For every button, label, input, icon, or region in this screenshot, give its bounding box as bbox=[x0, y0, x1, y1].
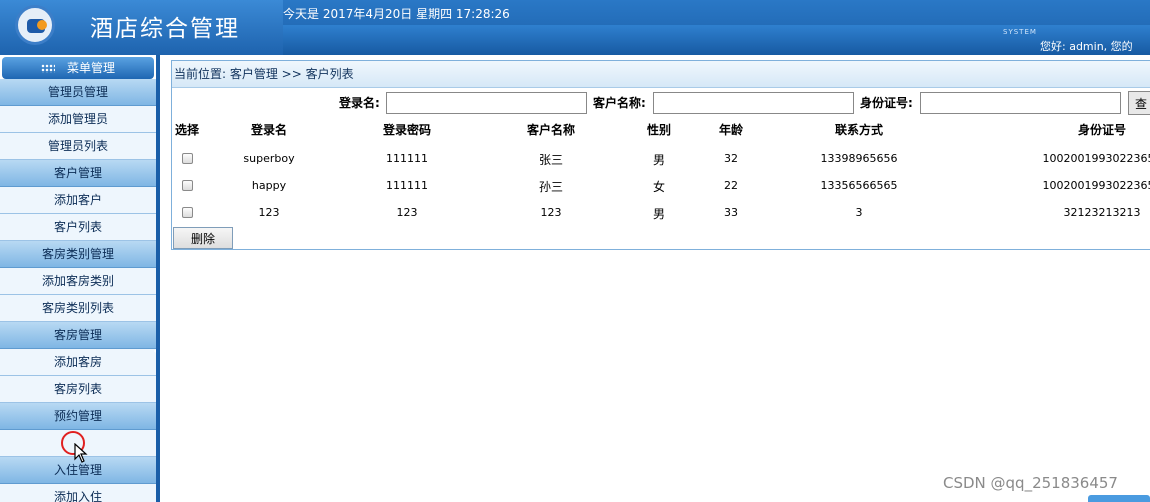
sidebar-item-room-list[interactable]: 客房列表 bbox=[0, 376, 156, 403]
cell-name: 123 bbox=[540, 206, 562, 219]
cell-age: 22 bbox=[724, 179, 738, 192]
mouse-cursor-icon bbox=[74, 443, 88, 463]
cell-login: superboy bbox=[243, 152, 295, 165]
watermark: CSDN @qq_251836457 bbox=[943, 474, 1118, 492]
cell-password: 111111 bbox=[386, 152, 428, 165]
id-card-input[interactable] bbox=[920, 92, 1121, 114]
cell-password: 123 bbox=[396, 206, 418, 219]
app-logo-icon bbox=[15, 5, 55, 45]
login-name-input[interactable] bbox=[386, 92, 587, 114]
cell-name: 张三 bbox=[538, 153, 564, 167]
cell-phone: 13356566565 bbox=[820, 179, 898, 192]
table-header: 选择 登录名 登录密码 客户名称 性别 年龄 联系方式 身份证号 bbox=[172, 121, 1150, 141]
sidebar-item-add-checkin[interactable]: 添加入住 bbox=[0, 484, 156, 502]
sidebar-group-customer[interactable]: 客户管理 bbox=[0, 160, 156, 187]
app-title: 酒店综合管理 bbox=[90, 16, 240, 42]
header-id-card: 身份证号 bbox=[1077, 123, 1127, 137]
sidebar-group-reservation[interactable]: 预约管理 bbox=[0, 403, 156, 430]
header-phone: 联系方式 bbox=[834, 123, 884, 137]
cell-id-card: 10020019930223652 bbox=[1042, 152, 1150, 165]
top-header: 酒店综合管理 今天是 2017年4月20日 星期四 17:28:26 SYSTE… bbox=[0, 0, 1150, 55]
menu-grid-icon bbox=[40, 64, 55, 73]
header-name: 客户名称 bbox=[526, 123, 576, 137]
cell-name: 孙三 bbox=[538, 180, 564, 194]
customer-name-input[interactable] bbox=[653, 92, 854, 114]
sidebar-item-add-room-type[interactable]: 添加客房类别 bbox=[0, 268, 156, 295]
header-login: 登录名 bbox=[250, 123, 288, 137]
logo-area: 酒店综合管理 bbox=[0, 0, 283, 55]
cell-phone: 13398965656 bbox=[820, 152, 898, 165]
cell-age: 33 bbox=[724, 206, 738, 219]
table-row: superboy 111111 张三 男 32 13398965656 1002… bbox=[172, 146, 1150, 173]
row-select-checkbox[interactable] bbox=[182, 180, 193, 191]
cell-gender: 女 bbox=[652, 180, 666, 194]
sidebar-group-room[interactable]: 客房管理 bbox=[0, 322, 156, 349]
login-name-label: 登录名: bbox=[339, 96, 380, 110]
header-age: 年龄 bbox=[718, 123, 744, 137]
header-gender: 性别 bbox=[646, 123, 672, 137]
user-greeting: 您好: admin, 您的 bbox=[1040, 40, 1133, 53]
table-row: happy 111111 孙三 女 22 13356566565 1002001… bbox=[172, 173, 1150, 200]
cell-password: 111111 bbox=[386, 179, 428, 192]
sidebar-item-admin-list[interactable]: 管理员列表 bbox=[0, 133, 156, 160]
sidebar-item-add-customer[interactable]: 添加客户 bbox=[0, 187, 156, 214]
corner-tab bbox=[1088, 495, 1150, 502]
search-button[interactable]: 查 bbox=[1128, 91, 1150, 115]
table-row: 123 123 123 男 33 3 32123213213 bbox=[172, 200, 1150, 227]
header-password: 登录密码 bbox=[382, 123, 432, 137]
sidebar-item-add-room[interactable]: 添加客房 bbox=[0, 349, 156, 376]
row-select-checkbox[interactable] bbox=[182, 153, 193, 164]
sidebar-group-room-type[interactable]: 客房类别管理 bbox=[0, 241, 156, 268]
current-date-time: 今天是 2017年4月20日 星期四 17:28:26 bbox=[283, 7, 510, 21]
cell-age: 32 bbox=[724, 152, 738, 165]
sidebar-item-customer-list[interactable]: 客户列表 bbox=[0, 214, 156, 241]
main-panel: 当前位置: 客户管理 >> 客户列表 登录名: 客户名称: 身份证号: 查 选择… bbox=[171, 60, 1150, 250]
cell-gender: 男 bbox=[652, 207, 666, 221]
cell-id-card: 10020019930223652 bbox=[1042, 179, 1150, 192]
cell-id-card: 32123213213 bbox=[1063, 206, 1141, 219]
cell-login: happy bbox=[251, 179, 287, 192]
cell-phone: 3 bbox=[855, 206, 863, 219]
customer-name-label: 客户名称: bbox=[593, 96, 646, 110]
sidebar-group-admin[interactable]: 管理员管理 bbox=[0, 79, 156, 106]
row-select-checkbox[interactable] bbox=[182, 207, 193, 218]
sidebar-item-room-type-list[interactable]: 客房类别列表 bbox=[0, 295, 156, 322]
menu-title-label: 菜单管理 bbox=[66, 61, 115, 75]
breadcrumb: 当前位置: 客户管理 >> 客户列表 bbox=[172, 61, 1150, 88]
cell-gender: 男 bbox=[652, 153, 666, 167]
collapse-arrow-icon[interactable] bbox=[154, 347, 156, 355]
sidebar-item-add-admin[interactable]: 添加管理员 bbox=[0, 106, 156, 133]
header-select: 选择 bbox=[174, 123, 200, 137]
menu-title[interactable]: 菜单管理 bbox=[2, 57, 154, 79]
system-tag: SYSTEM bbox=[1003, 28, 1037, 36]
delete-button[interactable]: 删除 bbox=[173, 227, 233, 249]
id-card-label: 身份证号: bbox=[860, 96, 913, 110]
cell-login: 123 bbox=[258, 206, 280, 219]
